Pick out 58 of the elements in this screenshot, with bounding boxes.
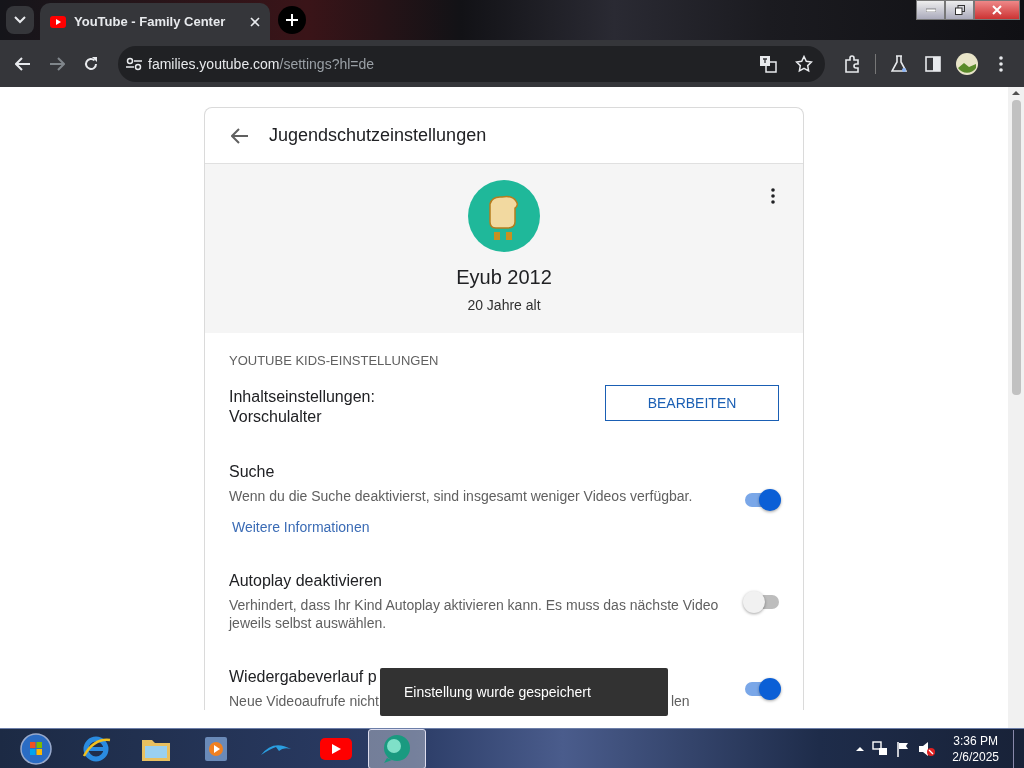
- arrow-left-icon[interactable]: [15, 56, 31, 71]
- start-orb-icon[interactable]: [20, 732, 52, 765]
- new-tab-button[interactable]: [278, 6, 306, 34]
- more-vert-icon[interactable]: [999, 55, 1003, 72]
- flag-icon[interactable]: [896, 740, 911, 757]
- media-player-icon[interactable]: [204, 735, 228, 762]
- puzzle-icon[interactable]: [843, 54, 861, 73]
- chat-bubble-icon[interactable]: [381, 733, 413, 764]
- setting-title: Suche: [229, 463, 276, 481]
- network-icon[interactable]: [872, 740, 889, 757]
- chevron-down-icon[interactable]: [14, 16, 26, 24]
- setting-title: Autoplay deaktivieren: [229, 572, 383, 590]
- arrow-right-icon[interactable]: [49, 56, 65, 71]
- learn-more-link[interactable]: Weitere Informationen: [232, 519, 370, 535]
- page-title: Jugendschutzeinstellungen: [269, 125, 487, 146]
- close-window-button[interactable]: [974, 0, 1020, 20]
- youtube-icon[interactable]: [320, 737, 352, 760]
- setting-description: len: [670, 692, 690, 710]
- url-text: families.youtube.com/settings?hl=de: [148, 55, 376, 72]
- address-bar[interactable]: families.youtube.com/settings?hl=de: [118, 45, 825, 82]
- close-icon[interactable]: [250, 16, 260, 27]
- toggle-switch[interactable]: [743, 488, 781, 511]
- setting-description: Verhindert, dass Ihr Kind Autoplay aktivieren kann. Es muss das nächste Video jeweils selbst auswählen.: [229, 596, 719, 632]
- clock-time: 3:36 PM: [952, 732, 999, 749]
- plus-icon[interactable]: [286, 14, 298, 26]
- clock-date: 2/6/2025: [952, 748, 999, 765]
- back-arrow-icon[interactable]: [231, 127, 249, 144]
- scroll-up-icon[interactable]: [1012, 89, 1020, 95]
- browser-tab[interactable]: YouTube - Family Center: [40, 3, 270, 40]
- minimize-button[interactable]: [916, 0, 945, 20]
- setting-description: Wenn du die Suche deaktivierst, sind insgesamt weniger Videos verfügbar.: [229, 487, 693, 505]
- profile-name: Eyub 2012: [456, 266, 552, 289]
- youtube-icon: [50, 15, 66, 28]
- volume-muted-icon[interactable]: [918, 740, 937, 757]
- profile-avatar-icon: [468, 180, 540, 252]
- section-heading: YOUTUBE KIDS-EINSTELLUNGEN: [229, 353, 440, 368]
- tray-arrow-icon[interactable]: [856, 746, 865, 751]
- reload-icon[interactable]: [83, 55, 99, 72]
- site-settings-icon[interactable]: [126, 56, 142, 71]
- restore-icon[interactable]: [954, 5, 965, 15]
- flask-icon[interactable]: [891, 54, 907, 73]
- setting-description: Neue Videoaufrufe nicht: [229, 692, 379, 710]
- tray-clock[interactable]: 3:36 PM 2/6/2025: [952, 732, 999, 765]
- edit-button[interactable]: BEARBEITEN: [605, 385, 779, 421]
- restore-button[interactable]: [945, 0, 974, 20]
- side-panel-icon[interactable]: [925, 55, 941, 72]
- more-vert-icon[interactable]: [771, 188, 775, 204]
- profile-age: 20 Jahre alt: [467, 297, 541, 313]
- toast-message: Einstellung wurde gespeichert: [380, 668, 668, 716]
- toggle-switch[interactable]: [743, 678, 781, 700]
- tab-search-button[interactable]: [6, 6, 34, 34]
- scrollbar-thumb[interactable]: [1011, 100, 1021, 395]
- translate-icon[interactable]: [759, 54, 777, 73]
- setting-title: Wiedergabeverlauf p: [229, 668, 378, 686]
- setting-value: Vorschulalter: [229, 407, 323, 427]
- toggle-switch[interactable]: [743, 591, 781, 613]
- star-icon[interactable]: [795, 54, 813, 73]
- setting-label: Inhaltseinstellungen:: [229, 387, 375, 407]
